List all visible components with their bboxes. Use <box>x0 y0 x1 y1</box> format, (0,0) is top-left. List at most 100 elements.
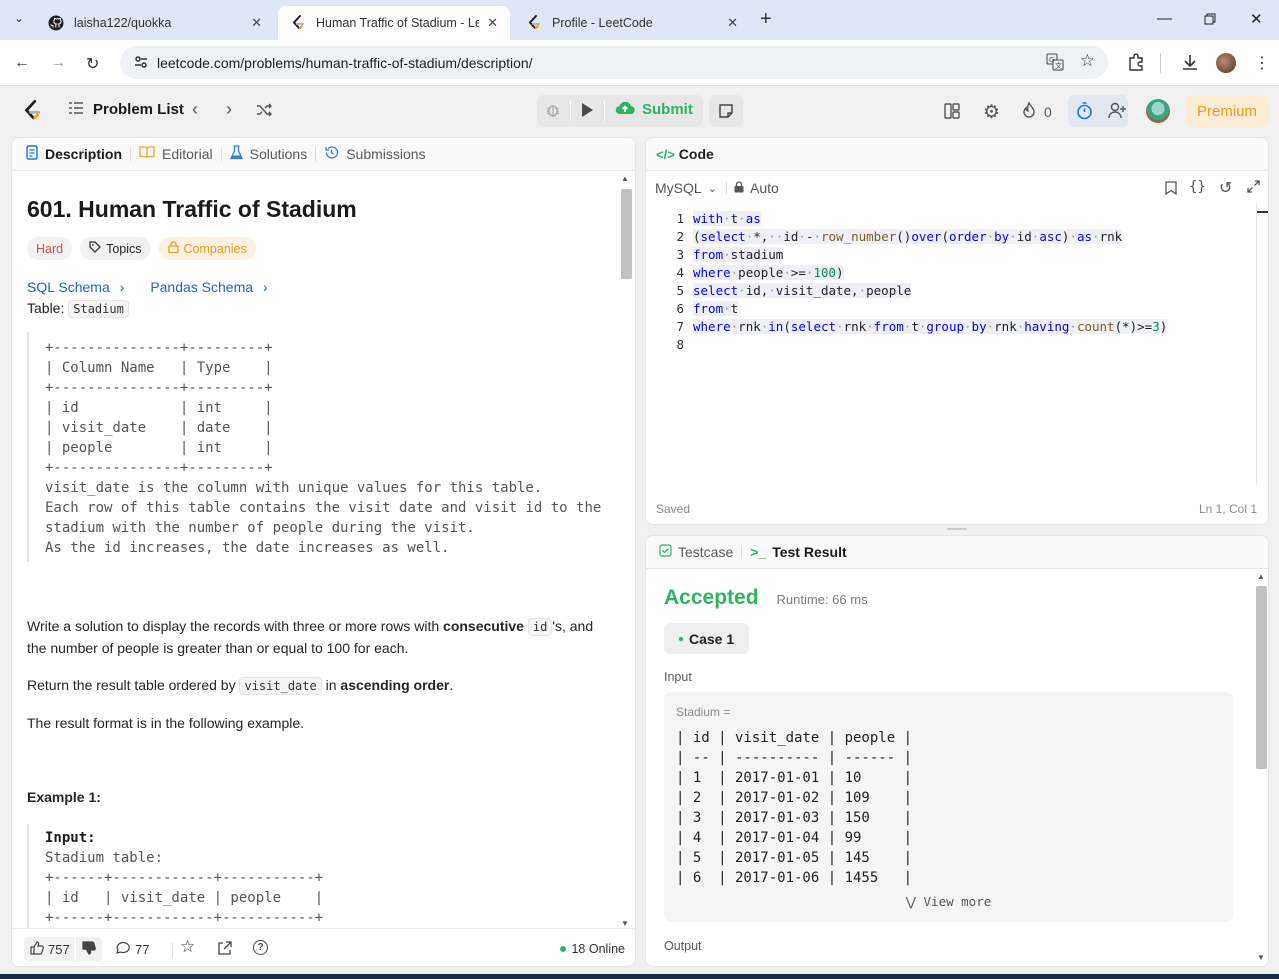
schema-links: SQL Schema › Pandas Schema › <box>27 279 617 295</box>
description-scroll-track[interactable]: ▲ ▼ <box>619 174 632 928</box>
close-tab-icon[interactable]: ✕ <box>487 15 498 31</box>
description-scrollbar[interactable] <box>621 189 632 279</box>
tab-submissions[interactable]: Submissions <box>316 145 433 163</box>
help-icon[interactable]: ? <box>253 940 268 955</box>
submit-button[interactable]: Submit <box>615 100 693 119</box>
leetcode-logo-icon[interactable] <box>22 100 42 122</box>
user-avatar[interactable] <box>1146 99 1170 123</box>
github-icon <box>48 15 64 31</box>
scroll-down-arrow-icon[interactable]: ▼ <box>1257 953 1265 962</box>
next-problem-icon[interactable]: › <box>226 99 232 120</box>
case-label: Case 1 <box>689 630 735 647</box>
prev-problem-icon[interactable]: ‹ <box>192 99 198 120</box>
inline-code: id <box>527 618 553 636</box>
result-scrollbar[interactable] <box>1256 586 1267 769</box>
case-1-tab[interactable]: Case 1 <box>664 623 750 654</box>
bookmark-icon[interactable] <box>1165 181 1177 198</box>
scroll-up-arrow-icon[interactable]: ▲ <box>621 174 629 183</box>
pass-dot-icon <box>679 636 683 641</box>
site-info-icon[interactable] <box>133 54 149 73</box>
browser-tab-github[interactable]: laisha122/quokka ✕ <box>36 6 274 40</box>
language-select[interactable]: MySQL ⌄ <box>655 180 717 196</box>
pandas-schema-link[interactable]: Pandas Schema › <box>150 279 267 295</box>
profile-avatar[interactable] <box>1216 53 1236 73</box>
url-input[interactable]: leetcode.com/problems/human-traffic-of-s… <box>120 46 1108 79</box>
editor-toolbar: MySQL ⌄ Auto {} ↺ <box>646 171 1268 204</box>
lock-icon <box>734 180 744 196</box>
example-input-label: Input: <box>45 830 96 846</box>
line-number: 5 <box>676 283 684 298</box>
divider <box>604 101 605 121</box>
shuffle-icon[interactable] <box>256 102 272 118</box>
close-tab-icon[interactable]: ✕ <box>727 15 738 31</box>
close-window-icon[interactable]: ✕ <box>1250 10 1263 28</box>
panel-resize-handle[interactable] <box>947 528 967 530</box>
document-icon <box>26 145 38 163</box>
svg-text:文: 文 <box>1055 61 1062 70</box>
dislike-button[interactable] <box>76 937 102 961</box>
debug-bug-icon[interactable] <box>545 102 561 118</box>
tab-description[interactable]: Description <box>18 145 130 163</box>
tab-solutions[interactable]: Solutions <box>222 145 316 163</box>
url-text: leetcode.com/problems/human-traffic-of-s… <box>157 54 533 71</box>
tab-search-chevron-icon[interactable]: ⌄ <box>14 11 24 25</box>
tab-testcase[interactable]: Testcase <box>651 544 741 560</box>
result-scroll-track[interactable]: ▲ ▼ <box>1255 572 1267 962</box>
back-icon[interactable]: ← <box>14 54 30 72</box>
view-more-button[interactable]: ⋁ View more <box>664 894 1233 909</box>
companies-button[interactable]: Companies <box>158 237 256 260</box>
chevron-right-icon: › <box>262 279 268 295</box>
reload-icon[interactable]: ↻ <box>86 54 99 74</box>
streak-counter[interactable]: 0 <box>1022 101 1052 122</box>
tag-row: Hard Topics Companies <box>27 237 617 260</box>
add-friend-icon[interactable] <box>1108 102 1127 119</box>
browser-tab-active[interactable]: Human Traffic of Stadium - LeetC ✕ <box>278 6 510 40</box>
sql-schema-link[interactable]: SQL Schema › <box>27 279 124 295</box>
flame-icon <box>1022 101 1036 122</box>
topics-button[interactable]: Topics <box>80 237 151 260</box>
online-dot-icon <box>560 946 567 952</box>
comments-button[interactable]: 77 <box>115 941 149 958</box>
line-number: 3 <box>676 247 684 262</box>
forward-icon[interactable]: → <box>50 54 66 72</box>
language-label: MySQL <box>655 180 702 196</box>
auto-label: Auto <box>750 180 779 196</box>
reset-code-icon[interactable]: ↺ <box>1219 178 1232 198</box>
leetcode-top-nav: Problem List ‹ › Submit ⚙ 0 Premium <box>0 87 1279 135</box>
table-name: Stadium <box>68 300 129 318</box>
share-icon[interactable] <box>217 941 232 959</box>
format-braces-icon[interactable]: {} <box>1189 179 1206 195</box>
companies-label: Companies <box>183 241 247 256</box>
browser-tab-profile[interactable]: Profile - LeetCode ✕ <box>514 6 750 40</box>
favorite-star-icon[interactable]: ☆ <box>180 937 195 957</box>
notes-button[interactable] <box>709 95 743 127</box>
code-editor[interactable]: 1 2 3 4 5 6 7 8 with·t·as (select·*,··id·-·row_… <box>646 211 1256 501</box>
tab-test-result[interactable]: >_ Test Result <box>742 544 854 560</box>
auto-mode-toggle[interactable]: Auto <box>734 180 779 196</box>
text: in <box>321 677 341 693</box>
premium-button[interactable]: Premium <box>1185 95 1269 127</box>
like-button[interactable]: 757 <box>24 937 74 961</box>
browser-menu-icon[interactable]: ⋮ <box>1254 53 1270 73</box>
problem-list-button[interactable]: Problem List <box>68 101 184 118</box>
stopwatch-icon[interactable] <box>1076 101 1093 120</box>
tab-label: Solutions <box>249 146 308 162</box>
download-icon[interactable] <box>1181 53 1199 76</box>
thumbs-down-icon <box>82 940 96 958</box>
run-button[interactable] <box>580 102 594 118</box>
tab-editorial[interactable]: Editorial <box>131 146 221 162</box>
close-tab-icon[interactable]: ✕ <box>251 15 262 31</box>
new-tab-icon[interactable]: + <box>760 8 772 31</box>
minimize-icon[interactable]: — <box>1157 10 1172 27</box>
bookmark-star-icon[interactable]: ☆ <box>1080 51 1095 71</box>
layout-icon[interactable] <box>944 103 960 119</box>
translate-icon[interactable]: G文 <box>1046 53 1064 74</box>
scroll-up-arrow-icon[interactable]: ▲ <box>1257 572 1265 581</box>
problem-title: 601. Human Traffic of Stadium <box>27 196 357 222</box>
scroll-down-arrow-icon[interactable]: ▼ <box>621 919 629 928</box>
fullscreen-icon[interactable] <box>1247 180 1260 196</box>
input-box: Stadium = | id | visit_date | people | |… <box>664 692 1233 922</box>
extensions-icon[interactable] <box>1127 53 1145 76</box>
restore-icon[interactable] <box>1204 12 1216 29</box>
settings-gear-icon[interactable]: ⚙ <box>983 101 1000 124</box>
